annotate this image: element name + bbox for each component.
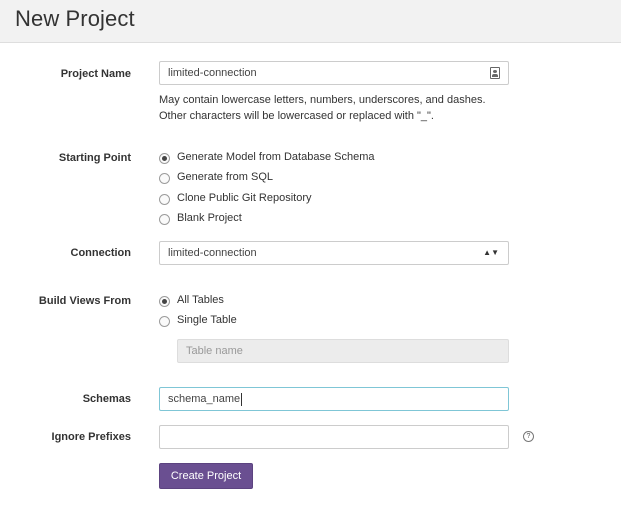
updown-arrows-icon: ▲▼ (483, 248, 499, 257)
radio-button[interactable] (159, 194, 170, 205)
page-title: New Project (15, 6, 135, 31)
project-name-value: limited-connection (168, 67, 257, 79)
radio-label: Generate Model from Database Schema (177, 151, 375, 163)
radio-button[interactable] (159, 296, 170, 307)
radio-button[interactable] (159, 153, 170, 164)
table-name-placeholder: Table name (186, 345, 243, 357)
starting-point-label: Starting Point (58, 152, 131, 164)
radio-label: Blank Project (177, 212, 242, 224)
radio-button[interactable] (159, 316, 170, 327)
help-icon[interactable]: ? (523, 431, 534, 442)
connection-label: Connection (70, 247, 132, 259)
ignore-prefixes-label: Ignore Prefixes (51, 431, 131, 443)
table-name-input[interactable]: Table name (177, 339, 509, 363)
text-cursor (241, 392, 243, 406)
connection-select[interactable]: limited-connection ▲▼ (159, 241, 509, 265)
radio-label: All Tables (177, 294, 224, 306)
radio-button[interactable] (159, 214, 170, 225)
schemas-label: Schemas (82, 393, 131, 405)
schemas-value: schema_name (168, 393, 241, 405)
connection-selected-value: limited-connection (168, 247, 257, 259)
project-name-help-line2: Other characters will be lowercased or r… (159, 110, 434, 122)
create-project-button[interactable]: Create Project (159, 463, 253, 489)
ignore-prefixes-input[interactable] (159, 425, 509, 449)
contact-card-icon[interactable] (490, 67, 500, 79)
project-name-input[interactable]: limited-connection (159, 61, 509, 85)
radio-label: Clone Public Git Repository (177, 192, 312, 204)
radio-label: Single Table (177, 314, 237, 326)
page-header: New Project (0, 0, 621, 43)
schemas-input[interactable]: schema_name (159, 387, 509, 411)
radio-label: Generate from SQL (177, 171, 273, 183)
project-name-label: Project Name (60, 68, 131, 80)
project-name-help-line1: May contain lowercase letters, numbers, … (159, 94, 486, 106)
build-views-from-label: Build Views From (38, 295, 131, 307)
radio-button[interactable] (159, 173, 170, 184)
